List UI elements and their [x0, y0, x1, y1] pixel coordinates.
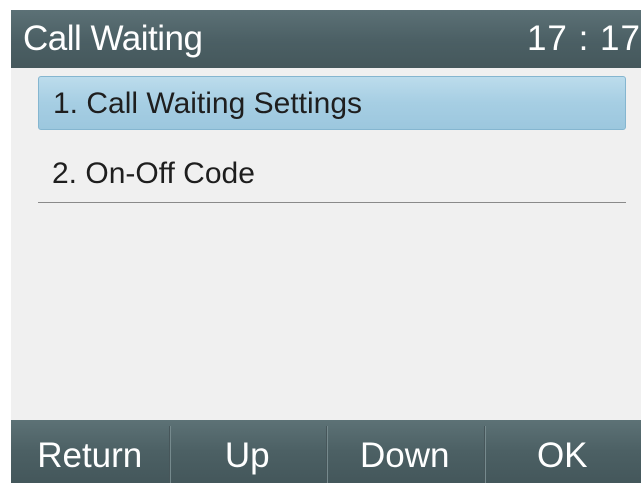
- ok-button[interactable]: OK: [483, 420, 641, 483]
- clock: 17 : 17: [526, 19, 641, 58]
- status-bar: Call Waiting 17 : 17: [11, 10, 641, 68]
- down-button[interactable]: Down: [326, 420, 484, 483]
- page-title: Call Waiting: [23, 19, 203, 58]
- up-button[interactable]: Up: [168, 420, 327, 483]
- menu-item-on-off-code[interactable]: 2. On-Off Code: [38, 146, 626, 203]
- return-button[interactable]: Return: [11, 420, 169, 483]
- softkey-bar: Return Up Down OK: [11, 420, 641, 483]
- phone-screen: Call Waiting 17 : 17 1. Call Waiting Set…: [0, 0, 641, 483]
- menu-item-call-waiting-settings[interactable]: 1. Call Waiting Settings: [38, 76, 626, 130]
- menu-list: 1. Call Waiting Settings 2. On-Off Code: [11, 68, 641, 420]
